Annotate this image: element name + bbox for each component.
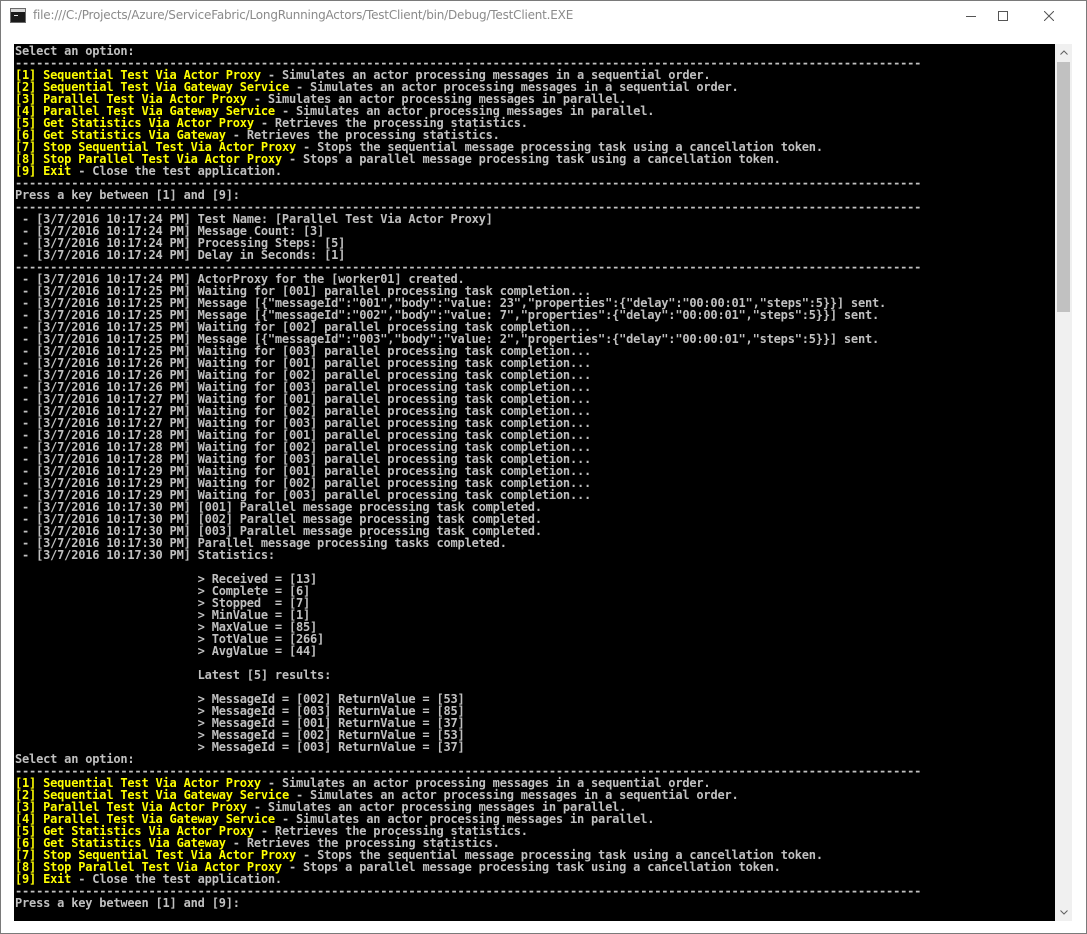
window-title: file:///C:/Projects/Azure/ServiceFabric/… bbox=[33, 8, 574, 22]
console-line: > AvgValue = [44] bbox=[15, 644, 318, 658]
vertical-scrollbar[interactable] bbox=[1055, 44, 1072, 921]
title-bar[interactable]: file:///C:/Projects/Azure/ServiceFabric/… bbox=[1, 1, 1086, 31]
maximize-button[interactable] bbox=[980, 1, 1026, 31]
console-line: - [3/7/2016 10:17:30 PM] Statistics: bbox=[15, 548, 275, 562]
console-line: > MessageId = [003] ReturnValue = [37] bbox=[15, 740, 465, 754]
console-app-icon[interactable] bbox=[10, 8, 26, 23]
chevron-up-icon bbox=[1059, 50, 1068, 55]
scroll-down-button[interactable] bbox=[1055, 904, 1072, 921]
chevron-down-icon bbox=[1059, 910, 1068, 915]
menu-option-description: - Stops a parallel message processing ta… bbox=[281, 152, 781, 166]
console-line: Latest [5] results: bbox=[15, 668, 332, 682]
scroll-up-button[interactable] bbox=[1055, 44, 1072, 61]
console-output[interactable]: Select an option: -----------------------… bbox=[14, 44, 1055, 921]
close-button[interactable] bbox=[1026, 1, 1072, 31]
console-lines: Select an option: -----------------------… bbox=[15, 45, 921, 909]
console-line: Press a key between [1] and [9]: bbox=[15, 896, 240, 910]
menu-option-description: - Stops a parallel message processing ta… bbox=[281, 860, 781, 874]
close-icon bbox=[1044, 11, 1054, 21]
console-window: file:///C:/Projects/Azure/ServiceFabric/… bbox=[0, 0, 1087, 934]
maximize-icon bbox=[998, 11, 1008, 21]
scroll-thumb[interactable] bbox=[1057, 62, 1070, 312]
minimize-icon bbox=[966, 16, 976, 17]
